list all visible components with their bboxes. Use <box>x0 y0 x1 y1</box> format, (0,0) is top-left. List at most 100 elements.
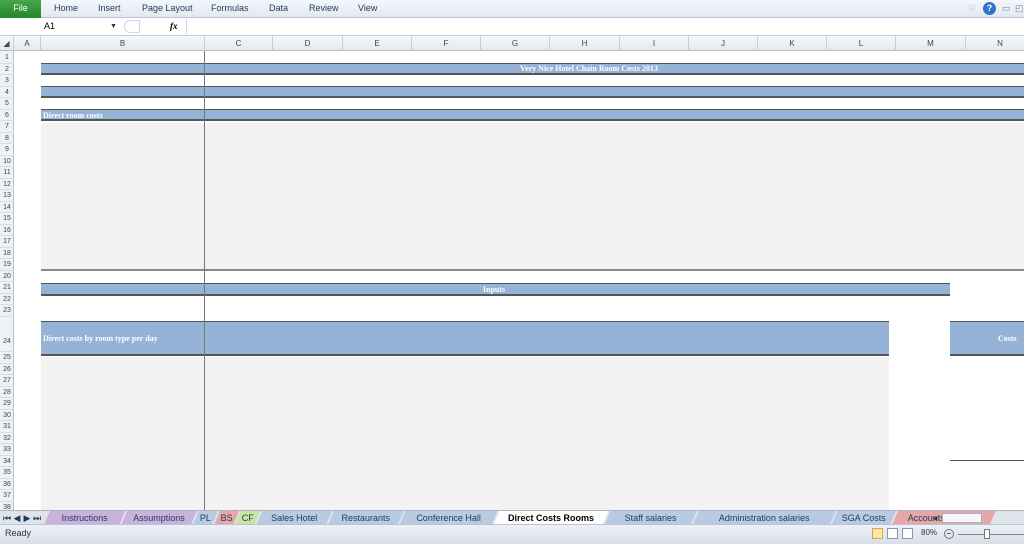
row-header-20[interactable]: 20 <box>0 271 14 282</box>
tab-insert[interactable]: Insert <box>98 0 121 18</box>
row-header-4[interactable]: 4 <box>0 87 14 98</box>
row-header-24[interactable]: 24 <box>0 317 14 352</box>
page-layout-view-icon[interactable] <box>887 528 898 539</box>
horizontal-scrollbar[interactable] <box>942 513 982 523</box>
row-header-17[interactable]: 17 <box>0 236 14 248</box>
zoom-out-icon[interactable]: − <box>944 529 954 539</box>
column-header-g[interactable]: G <box>481 36 550 51</box>
sheet-tab[interactable]: CF <box>235 511 260 525</box>
row-header-37[interactable]: 37 <box>0 490 14 502</box>
tab-page-layout[interactable]: Page Layout <box>142 0 193 18</box>
row-header-19[interactable]: 19 <box>0 259 14 271</box>
row-header-18[interactable]: 18 <box>0 248 14 259</box>
help-icon[interactable]: ? <box>983 2 996 15</box>
file-tab[interactable]: File <box>0 0 41 18</box>
sheet-tab[interactable]: Direct Costs Rooms <box>494 511 609 525</box>
row-header-35[interactable]: 35 <box>0 467 14 479</box>
tab-view[interactable]: View <box>358 0 377 18</box>
column-header-b[interactable]: B <box>41 36 205 51</box>
spreadsheet-grid[interactable]: Very Nice Hotel Chain Room Costs 2013 Di… <box>14 51 1024 510</box>
tab-data[interactable]: Data <box>269 0 288 18</box>
next-sheet-icon[interactable]: ▶ <box>22 511 32 525</box>
row-header-36[interactable]: 36 <box>0 479 14 490</box>
row-header-10[interactable]: 10 <box>0 156 14 167</box>
sheet-tab[interactable]: PL <box>193 511 218 525</box>
tab-formulas[interactable]: Formulas <box>211 0 249 18</box>
column-header-c[interactable]: C <box>205 36 273 51</box>
row-header-13[interactable]: 13 <box>0 190 14 202</box>
row-header-7[interactable]: 7 <box>0 121 14 133</box>
row-header-9[interactable]: 9 <box>0 144 14 156</box>
hscroll-left-icon[interactable]: ◂ <box>930 511 940 525</box>
sheet-title: Very Nice Hotel Chain Room Costs 2013 <box>520 64 658 73</box>
row-header-29[interactable]: 29 <box>0 398 14 410</box>
tab-review[interactable]: Review <box>309 0 339 18</box>
row-header-31[interactable]: 31 <box>0 421 14 433</box>
row-header-32[interactable]: 32 <box>0 433 14 444</box>
column-header-m[interactable]: M <box>896 36 966 51</box>
zoom-level[interactable]: 80% <box>921 528 937 537</box>
column-header-e[interactable]: E <box>343 36 412 51</box>
row-header-8[interactable]: 8 <box>0 133 14 144</box>
row-header-1[interactable]: 1 <box>0 52 14 64</box>
summary-label: Direct room costs <box>43 111 103 120</box>
insert-function-icon[interactable]: fx <box>170 19 178 34</box>
name-box[interactable]: A1 <box>44 19 120 34</box>
column-header-f[interactable]: F <box>412 36 481 51</box>
last-sheet-icon[interactable]: ⏭ <box>32 511 42 525</box>
window-restore-icon[interactable]: ◰ <box>1015 3 1024 14</box>
column-header-k[interactable]: K <box>758 36 827 51</box>
column-header-h[interactable]: H <box>550 36 620 51</box>
row-header-3[interactable]: 3 <box>0 75 14 87</box>
row-header-33[interactable]: 33 <box>0 444 14 456</box>
row-header-22[interactable]: 22 <box>0 294 14 305</box>
zoom-slider[interactable] <box>958 534 1024 535</box>
row-header-11[interactable]: 11 <box>0 167 14 179</box>
prev-sheet-icon[interactable]: ◀ <box>12 511 22 525</box>
row-header-2[interactable]: 2 <box>0 64 14 75</box>
sheet-tab[interactable]: Conference Hall <box>400 511 498 525</box>
row-headers: 1 2 3 4 5 6 7 8 9 10 11 12 13 14 15 16 17 18 19 20 21 22 23 24 2… <box>0 51 14 513</box>
minimize-ribbon-icon[interactable]: ♡ <box>968 3 976 14</box>
column-header-d[interactable]: D <box>273 36 343 51</box>
zoom-slider-thumb[interactable] <box>984 529 990 539</box>
window-minimize-icon[interactable]: ▭ <box>1002 3 1011 14</box>
page-break-view-icon[interactable] <box>902 528 913 539</box>
tab-home[interactable]: Home <box>54 0 78 18</box>
row-header-12[interactable]: 12 <box>0 179 14 190</box>
row-header-16[interactable]: 16 <box>0 225 14 236</box>
row-header-21[interactable]: 21 <box>0 282 14 294</box>
row-header-5[interactable]: 5 <box>0 98 14 110</box>
row-header-14[interactable]: 14 <box>0 202 14 213</box>
row-header-34[interactable]: 34 <box>0 456 14 467</box>
row-header-26[interactable]: 26 <box>0 364 14 375</box>
sheet-tab[interactable]: SGA Costs <box>832 511 896 525</box>
sheet-tab[interactable]: Administration salaries <box>693 511 836 525</box>
column-header-i[interactable]: I <box>620 36 689 51</box>
column-header-n[interactable]: N <box>966 36 1024 51</box>
row-header-6[interactable]: 6 <box>0 110 14 121</box>
row-header-30[interactable]: 30 <box>0 410 14 421</box>
column-header-j[interactable]: J <box>689 36 758 51</box>
first-sheet-icon[interactable]: ⏮ <box>2 511 12 525</box>
row-header-15[interactable]: 15 <box>0 213 14 225</box>
formula-input[interactable] <box>186 19 1024 34</box>
row-header-27[interactable]: 27 <box>0 375 14 387</box>
ribbon: File Home Insert Page Layout Formulas Da… <box>0 0 1024 18</box>
row-header-25[interactable]: 25 <box>0 352 14 364</box>
sheet-tab[interactable]: Restaurants <box>328 511 404 525</box>
column-header-l[interactable]: L <box>827 36 896 51</box>
sheet-tab[interactable]: Sales Hotel <box>256 511 332 525</box>
sheet-tab[interactable]: Staff salaries <box>604 511 696 525</box>
name-box-dropdown-icon[interactable]: ▼ <box>110 19 117 34</box>
formula-bar: A1 ▼ fx <box>0 18 1024 36</box>
sheet-tab[interactable]: Assumptions <box>121 511 197 525</box>
normal-view-icon[interactable] <box>872 528 883 539</box>
row-header-23[interactable]: 23 <box>0 305 14 317</box>
select-all-button[interactable]: ◢ <box>0 36 14 51</box>
column-header-a[interactable]: A <box>14 36 41 51</box>
row-header-28[interactable]: 28 <box>0 387 14 398</box>
sheet-tab[interactable]: Instructions <box>44 511 125 525</box>
sheet-tab[interactable]: BS <box>214 511 239 525</box>
formula-expand-handle[interactable] <box>124 20 140 33</box>
